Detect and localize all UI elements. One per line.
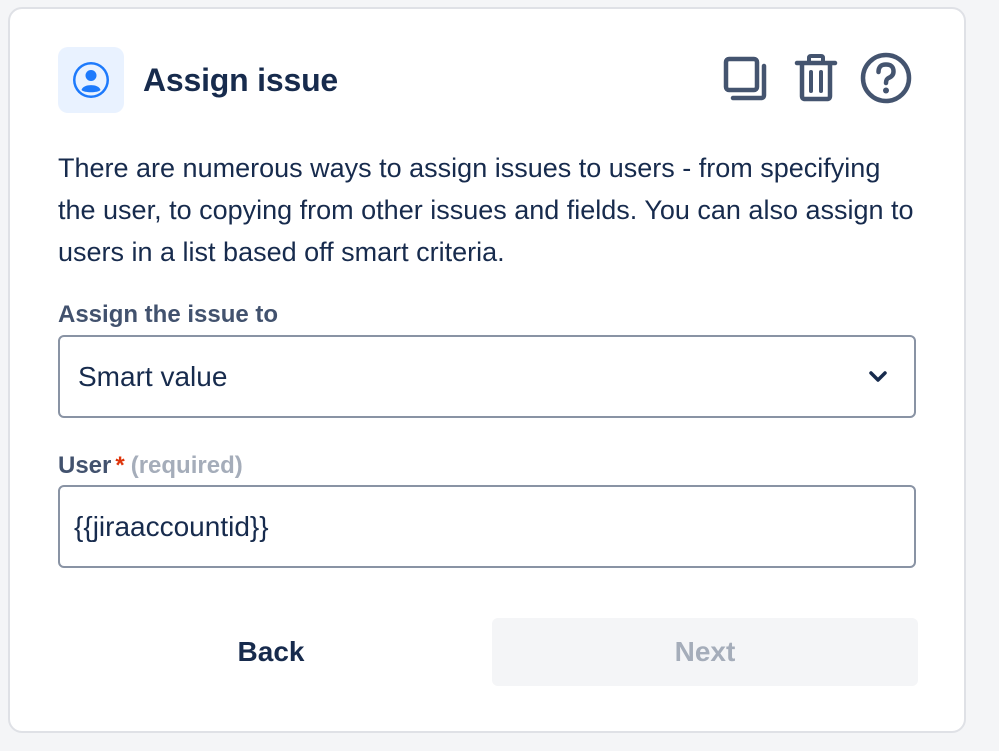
header-actions xyxy=(720,52,912,108)
assign-issue-card: Assign issue There are numerous ways to … xyxy=(8,7,966,733)
description-text: There are numerous ways to assign issues… xyxy=(58,153,914,267)
page-title: Assign issue xyxy=(143,61,339,98)
user-field-label: User * (required) xyxy=(58,452,243,480)
user-input[interactable] xyxy=(58,485,916,568)
next-button[interactable]: Next xyxy=(492,618,918,686)
card-header: Assign issue xyxy=(58,45,912,115)
required-marker: * xyxy=(115,452,125,479)
help-icon xyxy=(860,52,912,109)
chevron-down-icon xyxy=(868,370,888,384)
delete-button[interactable] xyxy=(790,52,842,108)
trash-icon xyxy=(794,53,838,107)
user-avatar-icon xyxy=(58,47,124,113)
user-label-text: User xyxy=(58,452,112,479)
required-hint: (required) xyxy=(130,452,243,479)
help-button[interactable] xyxy=(860,52,912,108)
back-button[interactable]: Back xyxy=(58,618,484,686)
assign-field-label: Assign the issue to xyxy=(58,301,279,328)
copy-button[interactable] xyxy=(720,52,772,108)
copy-icon xyxy=(722,54,770,107)
assign-to-select[interactable]: Smart value xyxy=(58,335,916,418)
assign-to-select-value: Smart value xyxy=(78,360,228,392)
